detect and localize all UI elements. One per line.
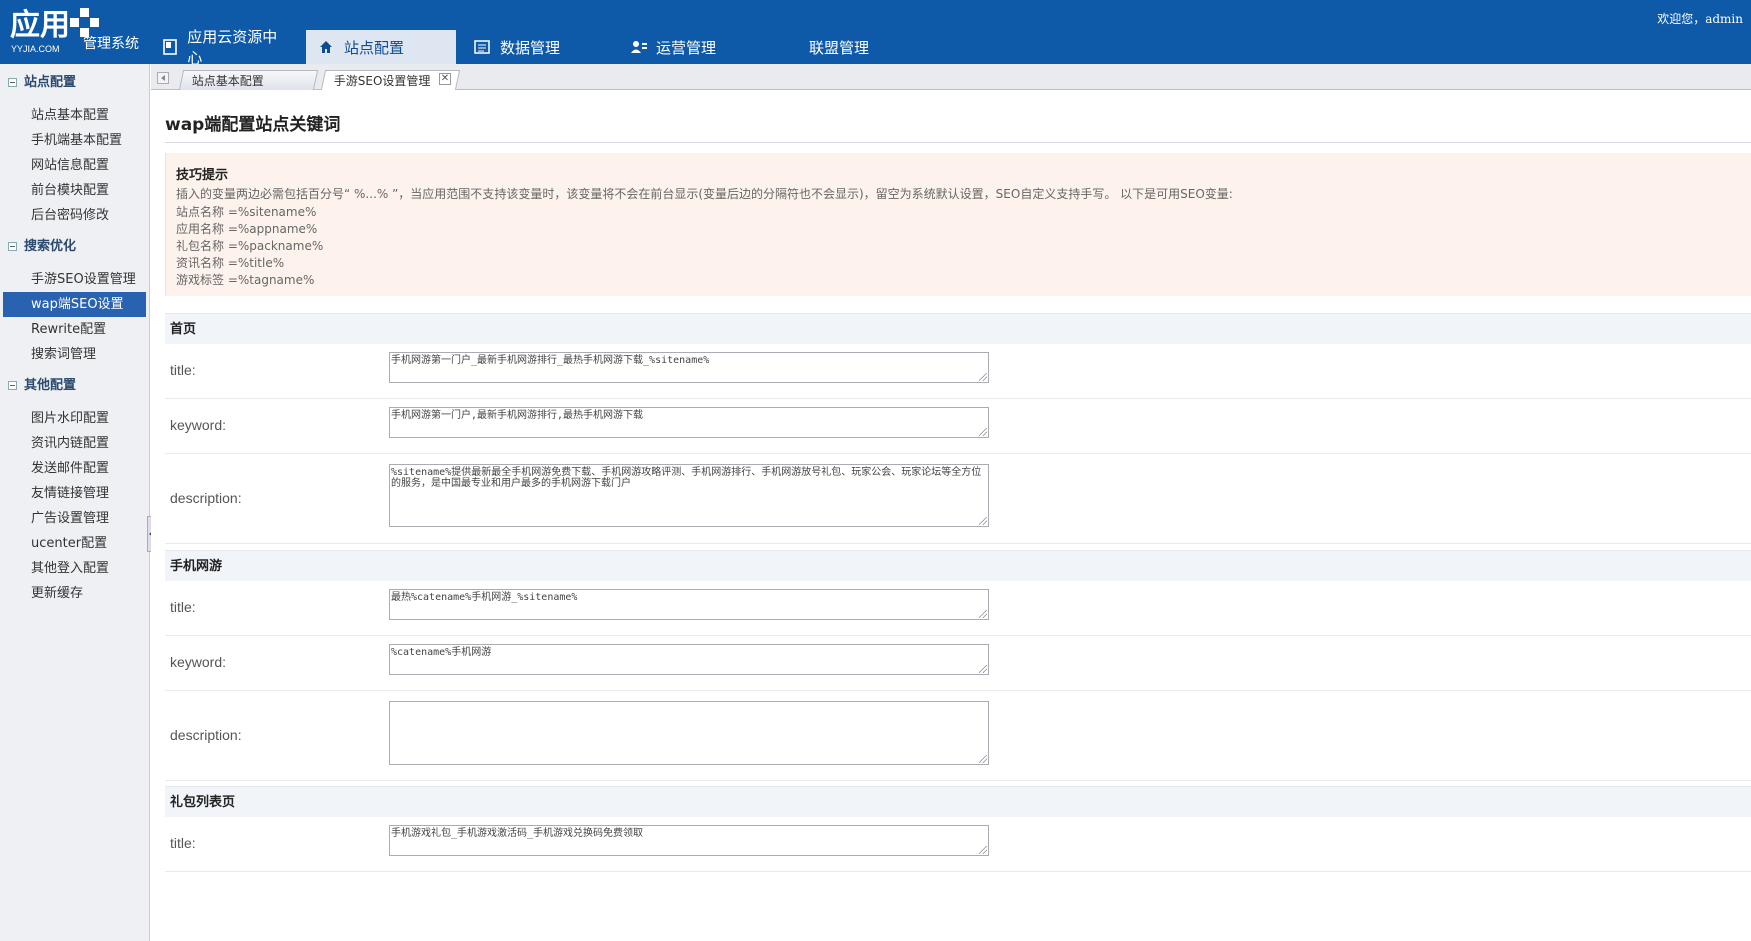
close-icon[interactable]: ✕: [439, 73, 451, 85]
sidebar-item[interactable]: 发送邮件配置: [3, 456, 146, 481]
keyword-textarea[interactable]: 手机网游第一门户,最新手机网游排行,最热手机网游下载: [389, 407, 989, 438]
collapse-icon[interactable]: [8, 381, 17, 390]
field-label: keyword:: [170, 417, 227, 433]
sidebar-item[interactable]: 前台模块配置: [3, 178, 146, 203]
sidebar-item[interactable]: 手游SEO设置管理: [3, 267, 146, 292]
field-label: keyword:: [170, 654, 227, 670]
sidebar-item[interactable]: 其他登入配置: [3, 556, 146, 581]
sidebar-group-seo: 搜索优化 手游SEO设置管理 wap端SEO设置 Rewrite配置 搜索词管理: [0, 236, 149, 367]
nav-label: 数据管理: [500, 38, 561, 57]
nav-data-management[interactable]: 数据管理: [462, 30, 612, 64]
collapse-icon[interactable]: [8, 242, 17, 251]
main-content: wap端配置站点关键词 技巧提示 插入的变量两边必需包括百分号“ %...% ”…: [151, 91, 1751, 941]
title-textarea[interactable]: 手机游戏礼包_手机游戏激活码_手机游戏兑换码免费领取: [389, 825, 989, 856]
description-textarea[interactable]: %sitename%提供最新最全手机网游免费下载、手机网游攻略评测、手机网游排行…: [389, 464, 989, 527]
sidebar-item[interactable]: 后台密码修改: [3, 203, 146, 228]
nav-label: 站点配置: [344, 38, 405, 57]
section-header: 礼包列表页: [165, 786, 1751, 817]
sidebar: 站点配置 站点基本配置 手机端基本配置 网站信息配置 前台模块配置 后台密码修改…: [0, 64, 150, 941]
nav-alliance[interactable]: 联盟管理: [784, 30, 934, 64]
resource-icon: [162, 39, 179, 55]
system-name: 管理系统: [83, 36, 139, 52]
sidebar-group-title[interactable]: 其他配置: [0, 375, 149, 397]
tips-heading: 技巧提示: [176, 168, 229, 183]
sidebar-group-title[interactable]: 站点配置: [0, 72, 149, 94]
sidebar-item[interactable]: 友情链接管理: [3, 481, 146, 506]
form-row: title: 手机网游第一门户_最新手机网游排行_最热手机网游下载_%siten…: [165, 344, 1751, 399]
logo-subtitle: YYJIA.COM: [11, 44, 60, 54]
tab-site-basic-config[interactable]: 站点基本配置: [178, 70, 319, 90]
top-header: 应用 YYJIA.COM 管理系统 欢迎您，admin 应用云资源中心 站点配置…: [0, 0, 1751, 67]
sidebar-item-active[interactable]: wap端SEO设置: [3, 292, 146, 317]
main-nav: 应用云资源中心 站点配置 数据管理 运营管理 联盟管理: [150, 28, 940, 67]
nav-label: 应用云资源中心: [187, 28, 278, 67]
description-textarea[interactable]: [389, 701, 989, 765]
field-label: description:: [170, 727, 242, 743]
form-row: description:: [165, 691, 1751, 781]
collapse-icon[interactable]: [8, 78, 17, 87]
sidebar-group-site-config: 站点配置 站点基本配置 手机端基本配置 网站信息配置 前台模块配置 后台密码修改: [0, 72, 149, 228]
form-row: description: %sitename%提供最新最全手机网游免费下载、手机…: [165, 454, 1751, 544]
tips-line: 资讯名称 =%title%: [176, 256, 285, 270]
divider: [165, 142, 1751, 143]
keyword-textarea[interactable]: %catename%手机网游: [389, 644, 989, 675]
sidebar-item[interactable]: 站点基本配置: [3, 103, 146, 128]
tips-line: 礼包名称 =%packname%: [176, 239, 324, 253]
field-label: description:: [170, 490, 242, 506]
tips-line: 应用名称 =%appname%: [176, 222, 318, 236]
form-row: keyword: 手机网游第一门户,最新手机网游排行,最热手机网游下载: [165, 399, 1751, 454]
nav-operations[interactable]: 运营管理: [618, 30, 778, 64]
field-label: title:: [170, 599, 196, 615]
sidebar-item[interactable]: 资讯内链配置: [3, 431, 146, 456]
logo-text: 应用: [10, 8, 70, 43]
sidebar-item[interactable]: 更新缓存: [3, 581, 146, 606]
tips-line: 插入的变量两边必需包括百分号“ %...% ”，当应用范围不支持该变量时，该变量…: [176, 187, 1233, 201]
section-header: 手机网游: [165, 550, 1751, 581]
tab-scroll-left-icon[interactable]: [157, 72, 169, 84]
form-row: keyword: %catename%手机网游: [165, 636, 1751, 691]
tips-line: 站点名称 =%sitename%: [176, 205, 317, 219]
list-icon: [474, 39, 492, 55]
users-icon: [630, 39, 648, 55]
sidebar-item[interactable]: 广告设置管理: [3, 506, 146, 531]
nav-site-config[interactable]: 站点配置: [306, 30, 456, 64]
sidebar-item[interactable]: 搜索词管理: [3, 342, 146, 367]
sidebar-item[interactable]: 手机端基本配置: [3, 128, 146, 153]
home-icon: [318, 39, 336, 55]
page-title: wap端配置站点关键词: [165, 115, 341, 135]
form-row: title: 最热%catename%手机网游_%sitename%: [165, 581, 1751, 636]
sidebar-item[interactable]: Rewrite配置: [3, 317, 146, 342]
form-row: title: 手机游戏礼包_手机游戏激活码_手机游戏兑换码免费领取: [165, 817, 1751, 872]
field-label: title:: [170, 362, 196, 378]
sidebar-group-title[interactable]: 搜索优化: [0, 236, 149, 258]
sidebar-item[interactable]: 网站信息配置: [3, 153, 146, 178]
nav-resource-center[interactable]: 应用云资源中心: [150, 28, 300, 67]
sidebar-group-other: 其他配置 图片水印配置 资讯内链配置 发送邮件配置 友情链接管理 广告设置管理 …: [0, 375, 149, 606]
welcome-text: 欢迎您，admin: [1657, 12, 1743, 26]
field-label: title:: [170, 835, 196, 851]
nav-label: 联盟管理: [809, 38, 870, 57]
tips-line: 游戏标签 =%tagname%: [176, 273, 315, 287]
nav-label: 运营管理: [656, 38, 717, 57]
sidebar-item[interactable]: 图片水印配置: [3, 406, 146, 431]
title-textarea[interactable]: 手机网游第一门户_最新手机网游排行_最热手机网游下载_%sitename%: [389, 352, 989, 383]
title-textarea[interactable]: 最热%catename%手机网游_%sitename%: [389, 589, 989, 620]
section-header: 首页: [165, 313, 1751, 344]
tab-strip: 站点基本配置 手游SEO设置管理 ✕: [151, 64, 1751, 90]
tips-box: 技巧提示 插入的变量两边必需包括百分号“ %...% ”，当应用范围不支持该变量…: [165, 153, 1751, 296]
sidebar-item[interactable]: ucenter配置: [3, 531, 146, 556]
